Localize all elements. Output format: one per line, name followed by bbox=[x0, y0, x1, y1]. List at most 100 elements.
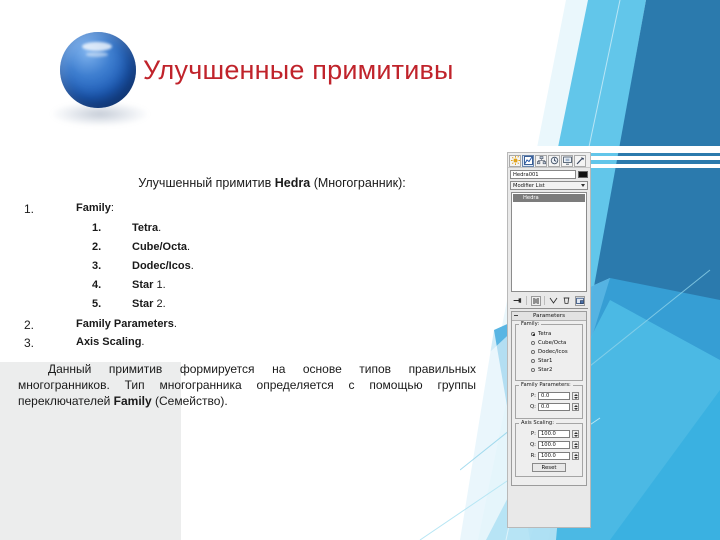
panel-divider bbox=[510, 308, 588, 309]
axis-scaling-group-label: Axis Scaling: bbox=[519, 420, 556, 426]
modifier-stack-item[interactable]: Hedra bbox=[513, 194, 585, 202]
hierarchy-tab[interactable] bbox=[535, 154, 547, 167]
outline-label: Star 2. bbox=[132, 298, 166, 310]
toolbar-separator bbox=[526, 296, 528, 305]
spinner-icon[interactable] bbox=[572, 452, 579, 460]
parameters-rollout-title: Parameters bbox=[532, 313, 566, 319]
family-option-star1[interactable]: Star1 bbox=[531, 358, 579, 364]
modifier-stack-toolbar bbox=[511, 294, 587, 307]
parameters-rollout-body: Family: Tetra Cube/Octa Dodec/Icos Star1… bbox=[512, 321, 586, 485]
field-label: R: bbox=[530, 453, 536, 459]
show-end-result-icon[interactable] bbox=[530, 295, 541, 306]
white-band-3 bbox=[0, 164, 720, 168]
make-unique-icon[interactable] bbox=[548, 296, 558, 306]
modifier-list-dropdown[interactable]: Modifier List bbox=[510, 181, 588, 190]
white-band-1 bbox=[0, 146, 720, 153]
field-label: P: bbox=[530, 393, 536, 399]
field-label: Q: bbox=[529, 442, 536, 448]
family-option-star2[interactable]: Star2 bbox=[531, 367, 579, 373]
family-option-label: Tetra bbox=[538, 331, 552, 337]
outline-item-family: 1. Family: 1. Tetra. 2. Cube/Octa. 3. Do… bbox=[18, 202, 478, 310]
outline-number: 2. bbox=[92, 241, 102, 253]
sphere-highlight-upper bbox=[82, 42, 112, 51]
family-parameters-group-label: Family Parameters: bbox=[519, 382, 573, 388]
family-option-dodec-icos[interactable]: Dodec/Icos bbox=[531, 349, 579, 355]
object-name-row: Hedra001 bbox=[508, 168, 590, 180]
modifier-stack[interactable]: Hedra bbox=[511, 192, 587, 292]
radio-icon[interactable] bbox=[531, 332, 535, 336]
field-value[interactable]: 100.0 bbox=[538, 452, 570, 460]
axis-scaling-r: R: 100.0 bbox=[529, 452, 579, 460]
create-tab[interactable] bbox=[509, 154, 521, 167]
decorative-white-bands bbox=[0, 146, 720, 172]
command-panel: Hedra001 Modifier List Hedra Parameters … bbox=[507, 152, 591, 528]
field-value[interactable]: 100.0 bbox=[538, 441, 570, 449]
field-label: P: bbox=[530, 431, 536, 437]
outline-item-star-1: 4. Star 1. bbox=[76, 279, 478, 291]
outline-level-1: 1. Family: 1. Tetra. 2. Cube/Octa. 3. Do… bbox=[18, 202, 478, 350]
sphere-highlight-lower bbox=[86, 52, 108, 57]
outline-item-star-2: 5. Star 2. bbox=[76, 298, 478, 310]
outline-level-2: 1. Tetra. 2. Cube/Octa. 3. Dodec/Icos. 4… bbox=[76, 222, 478, 310]
family-parameter-p: P: 0.0 bbox=[529, 392, 579, 400]
parameters-rollout-header[interactable]: Parameters bbox=[512, 312, 586, 321]
spinner-icon[interactable] bbox=[572, 392, 579, 400]
sphere-icon bbox=[60, 32, 136, 108]
remove-modifier-icon[interactable] bbox=[562, 296, 572, 306]
radio-icon[interactable] bbox=[531, 341, 535, 345]
page-title: Улучшенные примитивы bbox=[143, 55, 454, 85]
outline-item-family-parameters: 2. Family Parameters. bbox=[18, 318, 478, 332]
field-label: Q: bbox=[529, 404, 536, 410]
lead-prefix: Улучшенный примитив bbox=[138, 176, 275, 190]
axis-scaling-p: P: 100.0 bbox=[529, 430, 579, 438]
family-option-label: Star2 bbox=[538, 367, 553, 373]
radio-icon[interactable] bbox=[531, 350, 535, 354]
lead-suffix: (Многогранник): bbox=[310, 176, 406, 190]
reset-button[interactable]: Reset bbox=[532, 463, 566, 472]
spinner-icon[interactable] bbox=[572, 403, 579, 411]
parameters-rollout: Parameters Family: Tetra Cube/Octa Dodec… bbox=[511, 311, 587, 486]
configure-modifier-sets-icon[interactable] bbox=[575, 295, 586, 306]
lead-bold-term: Hedra bbox=[274, 176, 311, 190]
outline-number: 4. bbox=[92, 279, 102, 291]
pin-stack-icon[interactable] bbox=[513, 296, 523, 306]
outline-item-axis-scaling: 3. Axis Scaling. bbox=[18, 336, 478, 350]
display-tab[interactable] bbox=[561, 154, 573, 167]
radio-icon[interactable] bbox=[531, 359, 535, 363]
field-value[interactable]: 0.0 bbox=[538, 392, 570, 400]
outline-label: Dodec/Icos. bbox=[132, 260, 194, 272]
outline-label: Cube/Octa. bbox=[132, 241, 191, 253]
radio-icon[interactable] bbox=[531, 368, 535, 372]
outline-number: 3. bbox=[92, 260, 102, 272]
lead-line: Улучшенный примитив Hedra (Многогранник)… bbox=[18, 176, 478, 190]
family-parameter-q: Q: 0.0 bbox=[529, 403, 579, 411]
field-value[interactable]: 100.0 bbox=[538, 430, 570, 438]
outline-label: Star 1. bbox=[132, 279, 166, 291]
command-panel-tabbar bbox=[508, 153, 590, 168]
outline-number: 5. bbox=[92, 298, 102, 310]
family-option-cube-octa[interactable]: Cube/Octa bbox=[531, 340, 579, 346]
family-option-label: Cube/Octa bbox=[538, 340, 567, 346]
family-option-tetra[interactable]: Tetra bbox=[531, 331, 579, 337]
modify-tab[interactable] bbox=[522, 154, 534, 167]
body-paragraph: Данный примитив формируется на основе ти… bbox=[18, 361, 476, 409]
field-value[interactable]: 0.0 bbox=[538, 403, 570, 411]
outline-item-cube-octa: 2. Cube/Octa. bbox=[76, 241, 478, 253]
blue-sphere-graphic bbox=[52, 30, 148, 130]
object-color-swatch[interactable] bbox=[578, 171, 588, 178]
outline-label: Axis Scaling. bbox=[76, 336, 145, 348]
outline-number: 1. bbox=[92, 222, 102, 234]
motion-tab[interactable] bbox=[548, 154, 560, 167]
modifier-list-label: Modifier List bbox=[513, 182, 545, 189]
outline-label: Tetra. bbox=[132, 222, 162, 234]
spinner-icon[interactable] bbox=[572, 441, 579, 449]
family-parameters-group: Family Parameters: P: 0.0 Q: 0.0 bbox=[515, 382, 583, 419]
outline-number: 1. bbox=[24, 202, 35, 216]
utilities-tab[interactable] bbox=[574, 154, 586, 167]
family-option-label: Dodec/Icos bbox=[538, 349, 568, 355]
outline-label: Family: bbox=[76, 202, 114, 214]
outline-number: 2. bbox=[24, 318, 35, 332]
slide-canvas: Улучшенные примитивы Улучшенный примитив… bbox=[0, 0, 720, 540]
object-name-field[interactable]: Hedra001 bbox=[510, 170, 576, 179]
spinner-icon[interactable] bbox=[572, 430, 579, 438]
